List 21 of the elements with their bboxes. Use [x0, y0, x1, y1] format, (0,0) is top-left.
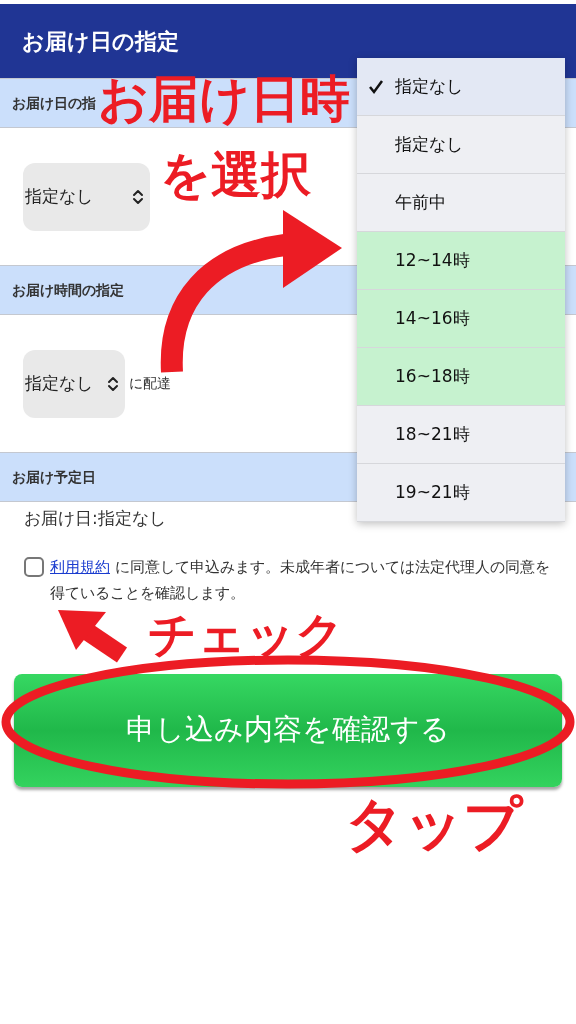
delivery-date-text: お届け日:指定なし — [23, 507, 167, 530]
delivery-suffix: に配達 — [129, 374, 171, 393]
arrow — [58, 610, 128, 663]
chevron-updown-icon — [132, 187, 144, 206]
agreement-text: 利用規約 に同意して申込みます。未成年者については法定代理人の同意を得ていることを確認します。 — [50, 557, 551, 603]
select-field[interactable]: 指定なし — [23, 162, 150, 231]
dropdown-option[interactable]: 指定なし — [357, 116, 565, 174]
agree-checkbox[interactable] — [24, 556, 44, 577]
select-field[interactable]: 指定なし — [23, 349, 125, 418]
dropdown-option[interactable]: 18~21時 — [357, 406, 565, 464]
terms-link[interactable]: 利用規約 — [50, 558, 110, 575]
annotation-caption: タップ — [345, 795, 522, 853]
annotation-caption: チェック — [148, 610, 344, 658]
dropdown-option[interactable]: 16~18時 — [357, 348, 565, 406]
chevron-updown-icon — [107, 374, 119, 393]
annotation-caption: を選択 — [160, 150, 311, 200]
dropdown-option[interactable]: 14~16時 — [357, 290, 565, 348]
dropdown-option[interactable]: 19~21時 — [357, 464, 565, 522]
checkmark-icon — [368, 78, 384, 95]
dropdown-option[interactable]: 指定なし — [357, 58, 565, 116]
dropdown-option[interactable]: 午前中 — [357, 174, 565, 232]
